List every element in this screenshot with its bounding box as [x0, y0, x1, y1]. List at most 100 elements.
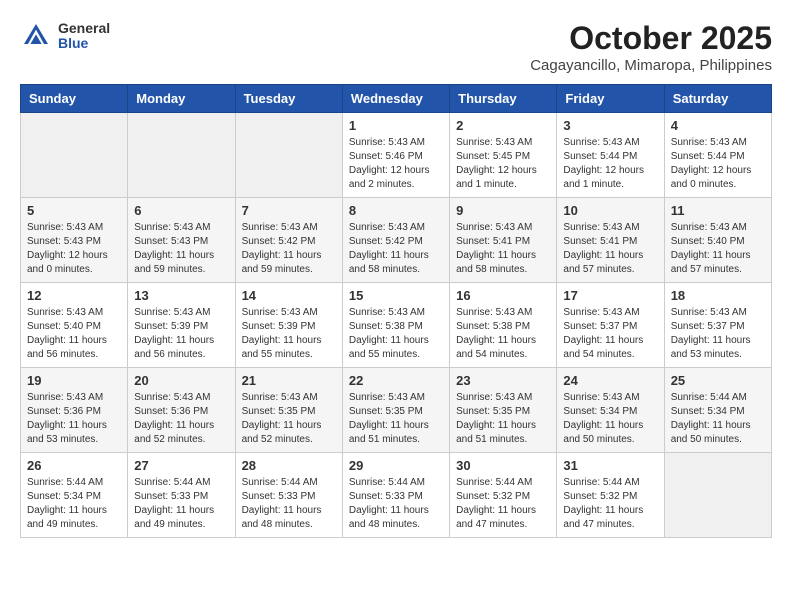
- day-number: 12: [27, 288, 121, 303]
- table-row: 13 Sunrise: 5:43 AMSunset: 5:39 PMDayligh…: [128, 283, 235, 368]
- col-monday: Monday: [128, 85, 235, 113]
- day-info: Sunrise: 5:44 AMSunset: 5:33 PMDaylight:…: [242, 476, 336, 532]
- table-row: 31Sunrise: 5:44 AMSunset: 5:32 PMDayligh…: [557, 453, 664, 538]
- day-info: Sunrise: 5:43 AMSunset: 5:34 PMDaylight:…: [563, 391, 657, 447]
- day-number: 25: [671, 373, 765, 388]
- col-thursday: Thursday: [450, 85, 557, 113]
- col-wednesday: Wednesday: [342, 85, 449, 113]
- table-row: [235, 113, 342, 198]
- day-number: 23: [456, 373, 550, 388]
- calendar-week-row: 19 Sunrise: 5:43 AMSunset: 5:36 PMDayligh…: [21, 368, 772, 453]
- day-number: 31: [563, 458, 657, 473]
- day-info: Sunrise: 5:43 AMSunset: 5:44 PMDaylight:…: [563, 136, 657, 192]
- page-container: General Blue October 2025 Cagayancillo, …: [20, 20, 772, 538]
- title-block: October 2025 Cagayancillo, Mimaropa, Phi…: [530, 20, 772, 74]
- day-info: Sunrise: 5:43 AMSunset: 5:45 PMDaylight:…: [456, 136, 550, 192]
- day-number: 5: [27, 203, 121, 218]
- day-number: 30: [456, 458, 550, 473]
- day-number: 1: [349, 118, 443, 133]
- logo-icon: [20, 20, 52, 52]
- logo-blue-text: Blue: [58, 36, 110, 51]
- table-row: 3 Sunrise: 5:43 AMSunset: 5:44 PMDaylight…: [557, 113, 664, 198]
- day-info: Sunrise: 5:43 AMSunset: 5:42 PMDaylight:…: [242, 221, 336, 277]
- day-number: 15: [349, 288, 443, 303]
- calendar-week-row: 12 Sunrise: 5:43 AMSunset: 5:40 PMDayligh…: [21, 283, 772, 368]
- table-row: 5 Sunrise: 5:43 AMSunset: 5:43 PMDaylight…: [21, 198, 128, 283]
- table-row: 30 Sunrise: 5:44 AMSunset: 5:32 PMDayligh…: [450, 453, 557, 538]
- table-row: [664, 453, 771, 538]
- day-number: 11: [671, 203, 765, 218]
- day-number: 28: [242, 458, 336, 473]
- col-saturday: Saturday: [664, 85, 771, 113]
- table-row: 29Sunrise: 5:44 AMSunset: 5:33 PMDayligh…: [342, 453, 449, 538]
- col-friday: Friday: [557, 85, 664, 113]
- table-row: 9 Sunrise: 5:43 AMSunset: 5:41 PMDaylight…: [450, 198, 557, 283]
- day-info: Sunrise: 5:43 AMSunset: 5:35 PMDaylight:…: [242, 391, 336, 447]
- calendar-week-row: 1 Sunrise: 5:43 AMSunset: 5:46 PMDaylight…: [21, 113, 772, 198]
- day-number: 22: [349, 373, 443, 388]
- month-title: October 2025: [530, 20, 772, 57]
- day-number: 6: [134, 203, 228, 218]
- day-number: 14: [242, 288, 336, 303]
- day-info: Sunrise: 5:43 AMSunset: 5:44 PMDaylight:…: [671, 136, 765, 192]
- day-info: Sunrise: 5:43 AMSunset: 5:41 PMDaylight:…: [563, 221, 657, 277]
- table-row: 11 Sunrise: 5:43 AMSunset: 5:40 PMDayligh…: [664, 198, 771, 283]
- table-row: 22 Sunrise: 5:43 AMSunset: 5:35 PMDayligh…: [342, 368, 449, 453]
- day-number: 20: [134, 373, 228, 388]
- table-row: 18Sunrise: 5:43 AMSunset: 5:37 PMDayligh…: [664, 283, 771, 368]
- day-number: 2: [456, 118, 550, 133]
- calendar-header-row: Sunday Monday Tuesday Wednesday Thursday…: [21, 85, 772, 113]
- day-number: 27: [134, 458, 228, 473]
- col-tuesday: Tuesday: [235, 85, 342, 113]
- calendar-table: Sunday Monday Tuesday Wednesday Thursday…: [20, 84, 772, 538]
- day-info: Sunrise: 5:43 AMSunset: 5:42 PMDaylight:…: [349, 221, 443, 277]
- day-number: 19: [27, 373, 121, 388]
- day-info: Sunrise: 5:44 AMSunset: 5:32 PMDaylight:…: [456, 476, 550, 532]
- header: General Blue October 2025 Cagayancillo, …: [20, 20, 772, 74]
- day-info: Sunrise: 5:43 AMSunset: 5:43 PMDaylight:…: [27, 221, 121, 277]
- table-row: 7 Sunrise: 5:43 AMSunset: 5:42 PMDaylight…: [235, 198, 342, 283]
- day-number: 26: [27, 458, 121, 473]
- day-info: Sunrise: 5:43 AMSunset: 5:35 PMDaylight:…: [456, 391, 550, 447]
- table-row: [128, 113, 235, 198]
- day-info: Sunrise: 5:43 AMSunset: 5:36 PMDaylight:…: [134, 391, 228, 447]
- table-row: 20 Sunrise: 5:43 AMSunset: 5:36 PMDayligh…: [128, 368, 235, 453]
- day-number: 24: [563, 373, 657, 388]
- day-info: Sunrise: 5:44 AMSunset: 5:33 PMDaylight:…: [349, 476, 443, 532]
- day-number: 16: [456, 288, 550, 303]
- day-number: 21: [242, 373, 336, 388]
- day-info: Sunrise: 5:43 AMSunset: 5:43 PMDaylight:…: [134, 221, 228, 277]
- day-number: 9: [456, 203, 550, 218]
- table-row: 16Sunrise: 5:43 AMSunset: 5:38 PMDayligh…: [450, 283, 557, 368]
- day-info: Sunrise: 5:43 AMSunset: 5:39 PMDaylight:…: [242, 306, 336, 362]
- table-row: 15 Sunrise: 5:43 AMSunset: 5:38 PMDayligh…: [342, 283, 449, 368]
- calendar-week-row: 26 Sunrise: 5:44 AMSunset: 5:34 PMDayligh…: [21, 453, 772, 538]
- table-row: 1 Sunrise: 5:43 AMSunset: 5:46 PMDaylight…: [342, 113, 449, 198]
- table-row: 6 Sunrise: 5:43 AMSunset: 5:43 PMDaylight…: [128, 198, 235, 283]
- table-row: 28 Sunrise: 5:44 AMSunset: 5:33 PMDayligh…: [235, 453, 342, 538]
- table-row: 27 Sunrise: 5:44 AMSunset: 5:33 PMDayligh…: [128, 453, 235, 538]
- table-row: 10Sunrise: 5:43 AMSunset: 5:41 PMDayligh…: [557, 198, 664, 283]
- day-info: Sunrise: 5:43 AMSunset: 5:38 PMDaylight:…: [349, 306, 443, 362]
- table-row: [21, 113, 128, 198]
- day-info: Sunrise: 5:43 AMSunset: 5:40 PMDaylight:…: [671, 221, 765, 277]
- day-number: 7: [242, 203, 336, 218]
- day-number: 3: [563, 118, 657, 133]
- day-info: Sunrise: 5:44 AMSunset: 5:33 PMDaylight:…: [134, 476, 228, 532]
- table-row: 21 Sunrise: 5:43 AMSunset: 5:35 PMDayligh…: [235, 368, 342, 453]
- day-info: Sunrise: 5:43 AMSunset: 5:39 PMDaylight:…: [134, 306, 228, 362]
- day-info: Sunrise: 5:43 AMSunset: 5:46 PMDaylight:…: [349, 136, 443, 192]
- day-info: Sunrise: 5:43 AMSunset: 5:40 PMDaylight:…: [27, 306, 121, 362]
- day-info: Sunrise: 5:43 AMSunset: 5:41 PMDaylight:…: [456, 221, 550, 277]
- day-info: Sunrise: 5:43 AMSunset: 5:35 PMDaylight:…: [349, 391, 443, 447]
- day-info: Sunrise: 5:43 AMSunset: 5:36 PMDaylight:…: [27, 391, 121, 447]
- table-row: 19 Sunrise: 5:43 AMSunset: 5:36 PMDayligh…: [21, 368, 128, 453]
- col-sunday: Sunday: [21, 85, 128, 113]
- day-number: 17: [563, 288, 657, 303]
- table-row: 23 Sunrise: 5:43 AMSunset: 5:35 PMDayligh…: [450, 368, 557, 453]
- logo-text: General Blue: [58, 21, 110, 52]
- day-info: Sunrise: 5:44 AMSunset: 5:34 PMDaylight:…: [27, 476, 121, 532]
- table-row: 12 Sunrise: 5:43 AMSunset: 5:40 PMDayligh…: [21, 283, 128, 368]
- day-number: 13: [134, 288, 228, 303]
- calendar-week-row: 5 Sunrise: 5:43 AMSunset: 5:43 PMDaylight…: [21, 198, 772, 283]
